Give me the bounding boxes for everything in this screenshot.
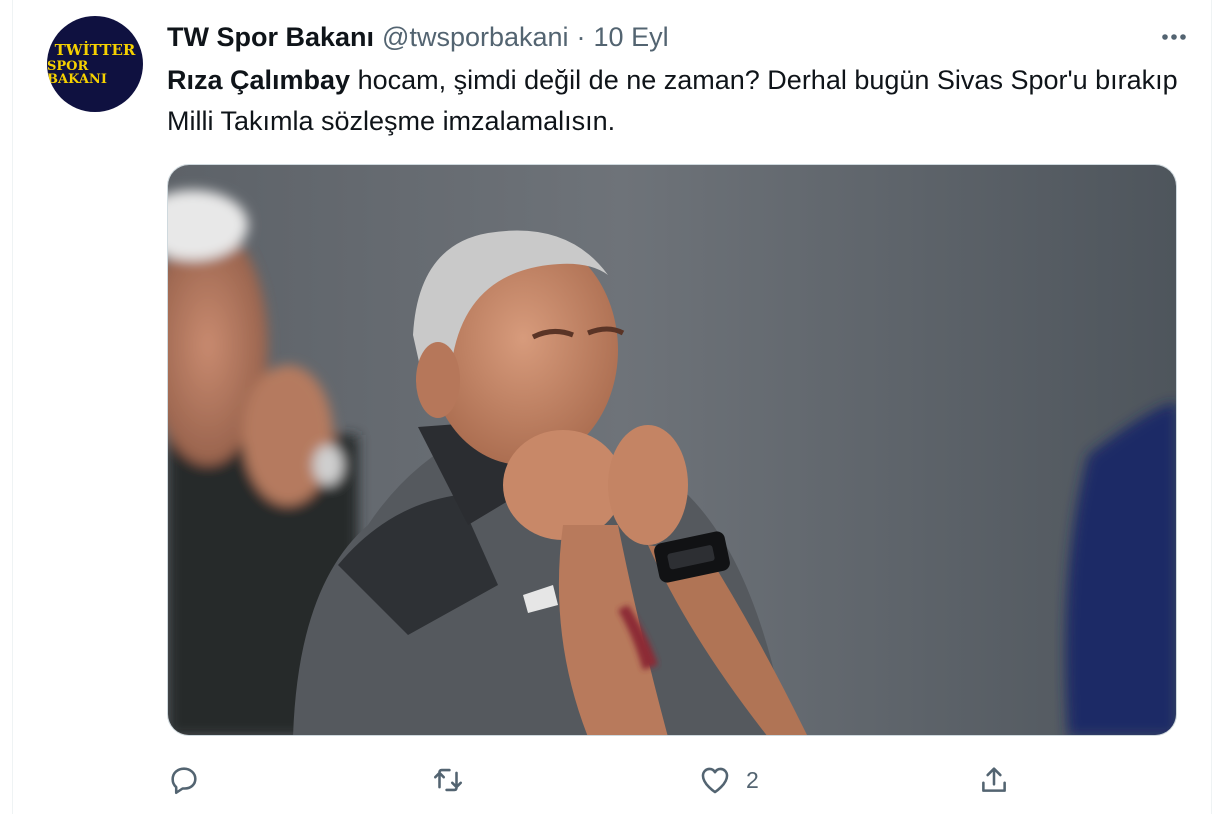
share-button[interactable] — [977, 760, 1025, 800]
tweet-text: Rıza Çalımbay hocam, şimdi değil de ne z… — [167, 60, 1187, 142]
user-handle[interactable]: @twsporbakani — [382, 22, 569, 53]
tweet-photo[interactable] — [167, 164, 1177, 736]
more-horizontal-icon[interactable] — [1157, 24, 1191, 50]
avatar[interactable]: TWİTTER SPOR BAKANI — [47, 16, 143, 112]
tweet-container: TWİTTER SPOR BAKANI TW Spor Bakanı @twsp… — [12, 0, 1212, 814]
tweet-actions: 2 — [167, 760, 1067, 800]
display-name[interactable]: TW Spor Bakanı — [167, 22, 374, 53]
avatar-logo-line1: TWİTTER — [54, 40, 136, 59]
tweet-header: TW Spor Bakanı @twsporbakani · 10 Eyl — [167, 20, 1191, 54]
like-count: 2 — [746, 766, 759, 793]
separator-dot: · — [576, 21, 586, 52]
tweet-timestamp[interactable]: 10 Eyl — [594, 22, 669, 53]
reply-icon — [171, 767, 197, 795]
heart-icon — [701, 767, 729, 794]
like-button[interactable]: 2 — [698, 760, 759, 800]
reply-button[interactable] — [167, 760, 215, 800]
share-icon — [982, 767, 1006, 792]
retweet-button[interactable] — [431, 760, 479, 800]
retweet-icon — [433, 768, 463, 792]
mention-name: Rıza Çalımbay — [167, 65, 351, 95]
avatar-logo-line2: SPOR BAKANI — [47, 58, 107, 87]
